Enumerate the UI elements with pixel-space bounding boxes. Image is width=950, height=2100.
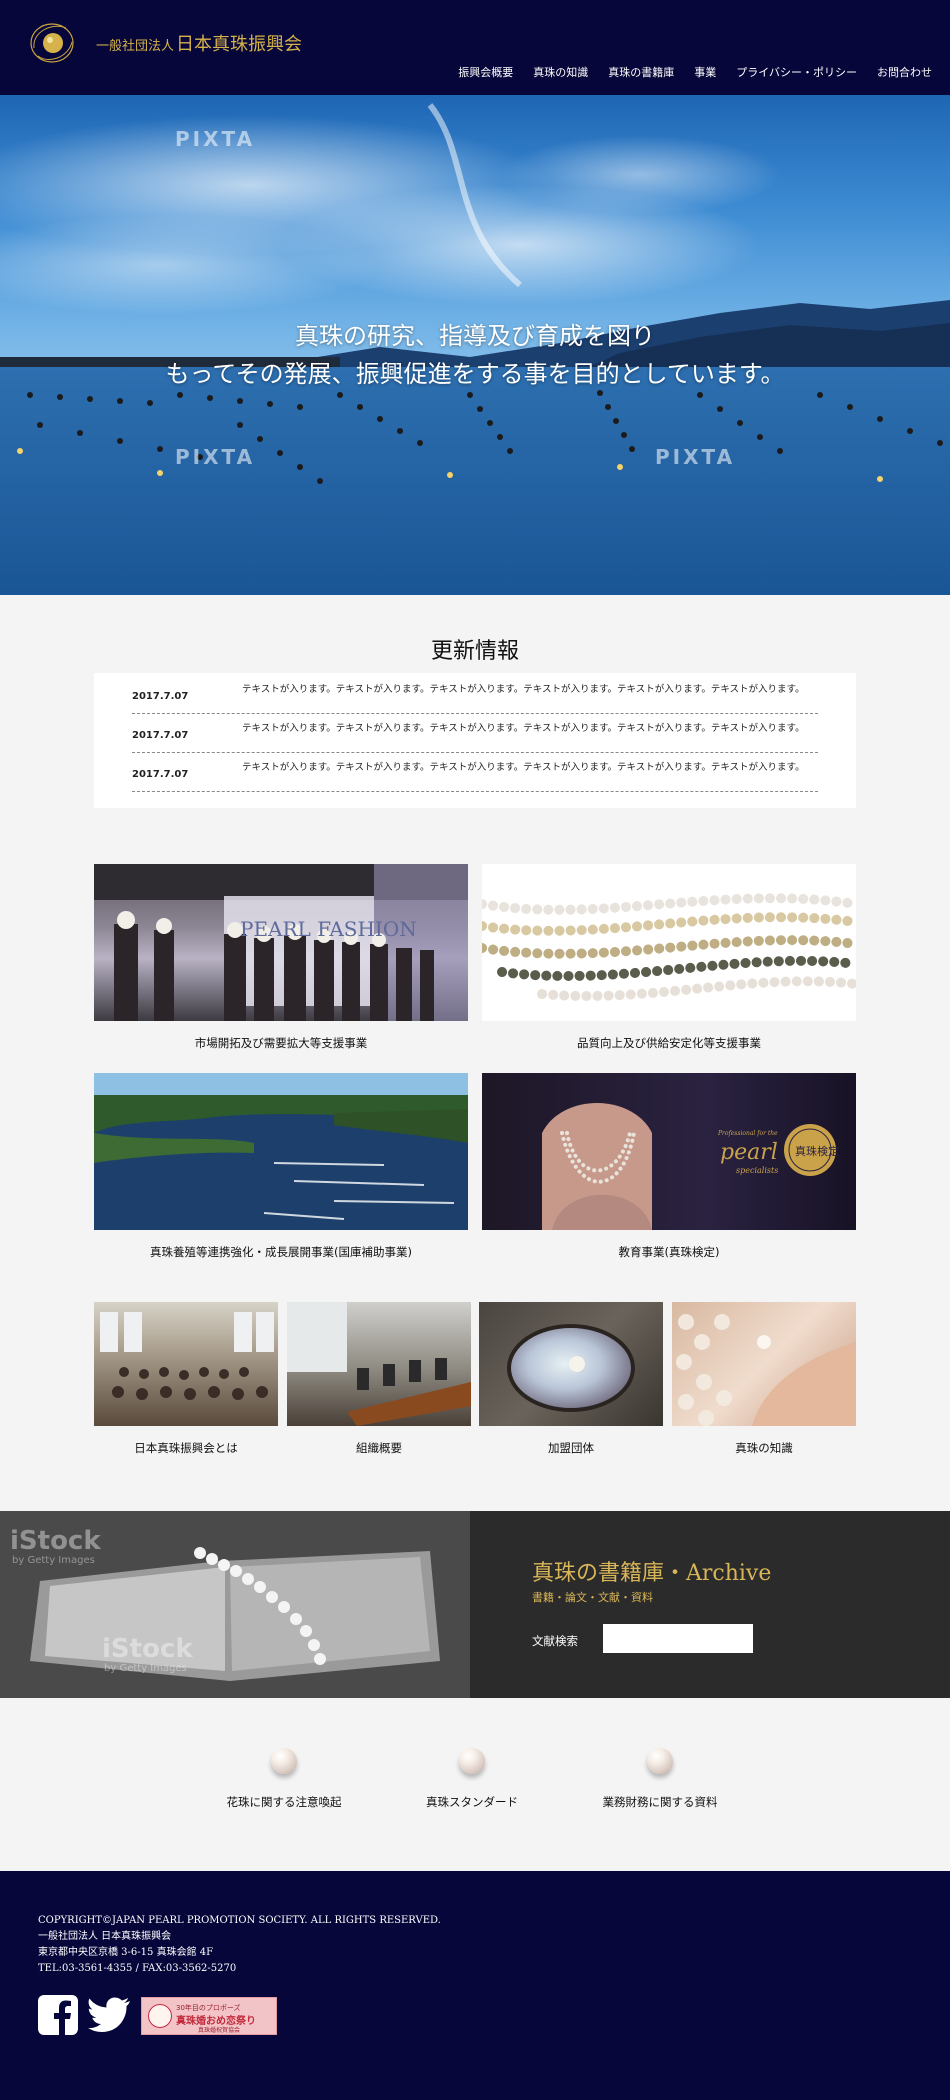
footer-org: 一般社団法人 日本真珠振興会 [38,1931,172,1942]
model-pearl-scene: 真珠検定 Professional for the pearl speciali… [542,1103,839,1230]
link-label: 花珠に関する注意喚起 [226,1795,342,1809]
banner-bottom-text: 真珠婚祝賀協会 [198,2027,241,2034]
knowledge-link-tile[interactable]: 真珠の知識 [672,1302,856,1456]
organization-link-tile[interactable]: 組織概要 [287,1302,471,1456]
member-orgs-link-tile[interactable]: 加盟団体 [479,1302,663,1456]
business-caption: 真珠養殖等連携強化・成長展開事業(国庫補助事業) [150,1245,412,1259]
link-hanadama-warning[interactable]: 花珠に関する注意喚起 [194,1748,374,1810]
hero-banner: PIXTA PIXTA PIXTA 真珠の研究、指導及び育成を図り もってその発… [0,95,950,595]
pearl-logo-tagline: Professional for the [717,1130,778,1137]
hero-line-2: もってその発展、振興促進をする事を目的としています。 [165,360,785,388]
link-caption: 日本真珠振興会とは [134,1441,238,1455]
link-caption: 真珠の知識 [735,1441,793,1455]
nav-item-about[interactable]: 振興会概要 [458,64,513,80]
news-item[interactable]: 2017.7.07 テキストが入ります。テキストが入ります。テキストが入ります。… [132,675,818,714]
news-date: 2017.7.07 [132,691,189,702]
business-caption: 教育事業(真珠検定) [618,1245,720,1259]
silver-wedding-banner[interactable]: 30年目のプロポーズ 真珠婚おめ恋祭り 真珠婚祝賀協会 [141,1997,277,2035]
footer-address: 東京都中央区京橋 3-6-15 真珠会館 4F [38,1947,214,1958]
archive-watermark-sub-1: by Getty Images [12,1555,95,1566]
business-tile-aquaculture[interactable]: 真珠養殖等連携強化・成長展開事業(国庫補助事業) [94,1073,468,1260]
copyright-text: COPYRIGHT©JAPAN PEARL PROMOTION SOCIETY.… [38,1915,441,1926]
pearl-logo-sub: specialists [736,1166,778,1175]
pearl-logo-icon[interactable] [28,20,76,66]
news-item[interactable]: 2017.7.07 テキストが入ります。テキストが入ります。テキストが入ります。… [132,714,818,753]
business-caption: 品質向上及び供給安定化等支援事業 [577,1036,761,1050]
meeting-hall-scene [100,1312,274,1400]
news-list: 2017.7.07 テキストが入ります。テキストが入ります。テキストが入ります。… [94,673,856,808]
business-tile-market[interactable]: PEARL FASHION 市場開拓及び需要拡大等支援事業 [94,864,468,1051]
nav-item-business[interactable]: 事業 [694,64,716,80]
pearl-icon [647,1748,673,1774]
nav-item-knowledge[interactable]: 真珠の知識 [533,64,588,80]
facebook-icon[interactable] [38,1995,78,2035]
conference-room-photo [287,1302,471,1426]
archive-watermark-2: iStock [102,1634,193,1664]
news-date: 2017.7.07 [132,730,189,741]
conference-room-scene [287,1302,471,1426]
site-header: 一般社団法人 日本真珠振興会 振興会概要 真珠の知識 真珠の書籍庫 事業 プライバ… [0,0,950,95]
news-text: テキストが入ります。テキストが入ります。テキストが入ります。テキストが入ります。… [242,762,805,773]
pearl-oyster-photo [479,1302,663,1426]
oyster-shell-scene [507,1324,635,1412]
business-tile-education[interactable]: 真珠検定 Professional for the pearl speciali… [482,1073,856,1260]
pearl-hand-scene [676,1314,856,1426]
pearl-icon [271,1748,297,1774]
pearl-in-hand-photo [672,1302,856,1426]
bay-scene [94,1073,468,1220]
hero-watermark-2: PIXTA [175,445,256,469]
nav-item-privacy[interactable]: プライバシー・ポリシー [736,64,857,80]
pearl-farm-bay-photo [94,1073,468,1230]
pearl-icon [459,1748,485,1774]
pearl-certification-photo: 真珠検定 Professional for the pearl speciali… [482,1073,856,1230]
link-financial-docs[interactable]: 業務財務に関する資料 [570,1748,750,1810]
business-tile-quality[interactable]: 品質向上及び供給安定化等支援事業 [482,864,856,1051]
fashion-backdrop-text: PEARL FASHION [240,917,417,941]
hero-watermark-1: PIXTA [175,127,256,151]
mascot-icon [148,2004,172,2028]
site-footer: COPYRIGHT©JAPAN PEARL PROMOTION SOCIETY.… [0,1871,950,2100]
twitter-icon[interactable] [88,1995,132,2035]
kentei-mark-text: 真珠検定 [795,1144,839,1158]
archive-watermark-sub-2: by Getty Images [104,1663,187,1674]
footer-info: COPYRIGHT©JAPAN PEARL PROMOTION SOCIETY.… [38,1913,441,1977]
pearl-logo-script: pearl [720,1140,778,1165]
news-item[interactable]: 2017.7.07 テキストが入ります。テキストが入ります。テキストが入ります。… [132,753,818,792]
pearl-necklaces-photo [482,864,856,1021]
news-text: テキストが入ります。テキストが入ります。テキストが入ります。テキストが入ります。… [242,684,805,695]
nav-item-contact[interactable]: お問合わせ [877,64,932,80]
footer-tel: TEL:03-3561-4355 / FAX:03-3562-5270 [38,1963,237,1974]
link-caption: 組織概要 [356,1441,402,1455]
fashion-show-photo: PEARL FASHION [94,864,468,1021]
logo-name: 日本真珠振興会 [176,34,303,55]
news-title: 更新情報 [430,639,519,664]
book-pearls-image: iStock by Getty Images iStock by Getty I… [0,1511,470,1698]
main-nav: 振興会概要 真珠の知識 真珠の書籍庫 事業 プライバシー・ポリシー お問合わせ [458,64,932,80]
business-caption: 市場開拓及び需要拡大等支援事業 [194,1036,368,1050]
link-label: 業務財務に関する資料 [602,1795,718,1809]
nav-item-library[interactable]: 真珠の書籍庫 [608,64,674,80]
site-logo-text[interactable]: 一般社団法人 日本真珠振興会 [96,30,302,56]
news-date: 2017.7.07 [132,769,189,780]
archive-title[interactable]: 真珠の書籍庫・Archive [532,1555,771,1587]
hero-line-1: 真珠の研究、指導及び育成を図り [295,322,655,350]
link-label: 真珠スタンダード [426,1795,518,1809]
link-caption: 加盟団体 [548,1441,594,1455]
news-text: テキストが入ります。テキストが入ります。テキストが入ります。テキストが入ります。… [242,723,805,734]
archive-watermark-1: iStock [10,1526,101,1556]
archive-subtitle: 書籍・論文・文献・資料 [532,1591,653,1604]
meeting-hall-photo [94,1302,278,1426]
pearl-strands [482,893,856,1001]
archive-search-input[interactable] [603,1624,753,1653]
fashion-show-scene: PEARL FASHION [94,864,468,1021]
logo-prefix: 一般社団法人 [96,39,175,54]
archive-banner: iStock by Getty Images iStock by Getty I… [0,1511,950,1698]
archive-search-label: 文献検索 [532,1634,578,1648]
hero-watermark-3: PIXTA [655,445,736,469]
about-link-tile[interactable]: 日本真珠振興会とは [94,1302,278,1456]
link-pearl-standard[interactable]: 真珠スタンダード [382,1748,562,1810]
hero-tagline: 真珠の研究、指導及び育成を図り もってその発展、振興促進をする事を目的としていま… [0,317,950,393]
